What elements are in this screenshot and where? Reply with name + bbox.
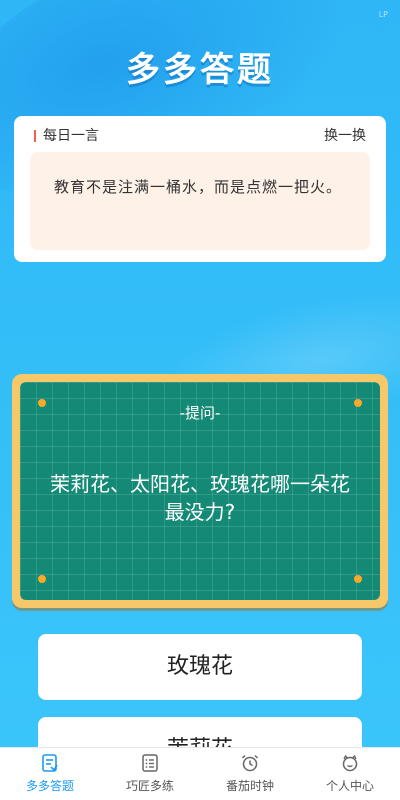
refresh-quote-button[interactable]: 换一换 [324, 126, 366, 146]
tab-pomodoro[interactable]: 番茄时钟 [200, 748, 300, 800]
quote-header: 每日一言 换一换 [34, 126, 366, 146]
daily-quote-card: 每日一言 换一换 教育不是注满一桶水，而是点燃一把火。 [14, 116, 386, 262]
smile-face-icon [342, 754, 358, 772]
tab-label: 个人中心 [325, 779, 374, 793]
list-icon [142, 754, 158, 772]
answer-option-1[interactable]: 玫瑰花 [38, 634, 362, 700]
tab-label: 多多答题 [25, 779, 74, 793]
tab-label: 番茄时钟 [225, 779, 274, 793]
question-board: -提问- 茉莉花、太阳花、玫瑰花哪一朵花最没力? [12, 374, 388, 608]
corner-mark: LP [378, 10, 388, 19]
bottom-tab-bar: 多多答题 巧匠多练 番茄时钟 个人中心 [0, 747, 400, 800]
tab-practice[interactable]: 巧匠多练 [100, 748, 200, 800]
tab-profile[interactable]: 个人中心 [300, 748, 400, 800]
pin-icon [354, 575, 362, 583]
quiz-doc-icon [42, 754, 58, 772]
quote-label: 每日一言 [43, 128, 99, 144]
chalkboard: -提问- 茉莉花、太阳花、玫瑰花哪一朵花最没力? [20, 382, 380, 600]
alarm-clock-icon [241, 754, 259, 772]
app-title: 多多答题 [126, 50, 274, 90]
tab-quiz[interactable]: 多多答题 [0, 748, 100, 800]
question-text: 茉莉花、太阳花、玫瑰花哪一朵花最没力? [50, 472, 350, 524]
quote-text: 教育不是注满一桶水，而是点燃一把火。 [30, 152, 370, 250]
app-screen: LP 多多答题 每日一言 换一换 教育不是注满一桶水，而是点燃一把火。 -提问-… [0, 0, 400, 800]
quote-accent-bar [34, 130, 36, 142]
tab-label: 巧匠多练 [125, 779, 174, 793]
pin-icon [38, 575, 46, 583]
question-label: -提问- [179, 404, 221, 422]
